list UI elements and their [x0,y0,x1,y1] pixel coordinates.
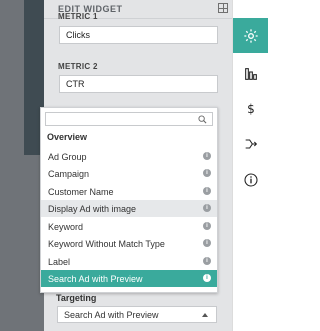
dropdown-item-search-ad-with-preview[interactable]: Search Ad with Preview i [41,270,217,287]
metric1-label: METRIC 1 [58,12,98,21]
dropdown-search-input[interactable] [46,117,189,130]
dropdown-item-label: Keyword [48,222,84,232]
dropdown-item-keyword-without-match-type[interactable]: Keyword Without Match Type i [41,235,217,252]
rail-chart-button[interactable] [233,56,268,91]
rail-flow-button[interactable] [233,126,268,161]
layout-toggle-icon[interactable] [218,3,228,13]
rail-settings-button[interactable] [233,18,268,53]
metric2-label: METRIC 2 [58,62,98,71]
info-icon[interactable]: i [203,204,211,212]
targeting-label: Targeting [56,293,97,303]
dropdown-item-display-ad-with-image[interactable]: Display Ad with image i [41,200,217,217]
rail-budget-button[interactable]: $ [233,91,268,126]
info-icon[interactable]: i [203,152,211,160]
svg-text:$: $ [247,102,255,116]
dropdown-item-label: Customer Name [48,187,114,197]
dropdown-item-label: Ad Group [48,152,87,162]
rail-info-button[interactable] [233,162,268,197]
metric1-field[interactable]: Clicks [59,26,218,44]
dropdown-item-label[interactable]: Label i [41,253,217,270]
info-icon[interactable]: i [203,169,211,177]
flow-icon [245,138,257,149]
dropdown-item-ad-group[interactable]: Ad Group i [41,148,217,165]
dropdown-item-label: Campaign [48,169,90,179]
dropdown-item-campaign[interactable]: Campaign i [41,165,217,182]
targeting-select-value: Search Ad with Preview [64,310,159,320]
dropdown-item-label: Keyword Without Match Type [48,239,165,249]
dropdown-item-label: Display Ad with image [48,204,137,214]
caret-up-icon [202,313,208,317]
dollar-icon: $ [247,102,255,116]
dropdown-search [45,112,213,130]
info-icon[interactable]: i [203,187,211,195]
targeting-select[interactable]: Search Ad with Preview [57,306,217,323]
info-icon[interactable]: i [203,239,211,247]
right-rail: $ [232,0,268,331]
background-left [0,0,24,331]
metric2-field[interactable]: CTR [59,75,218,93]
info-icon [243,172,258,187]
dropdown-item-keyword[interactable]: Keyword i [41,218,217,235]
metric-dropdown: Overview Ad Group i Campaign i Customer … [40,107,218,293]
info-icon[interactable]: i [203,222,211,230]
search-icon [198,115,207,124]
dropdown-item-customer-name[interactable]: Customer Name i [41,183,217,200]
dropdown-item-label-text: Label [48,257,71,267]
dropdown-group-overview: Overview [47,132,88,142]
dropdown-item-label: Search Ad with Preview [48,274,143,284]
info-icon[interactable]: i [203,274,211,282]
bar-chart-icon [244,67,257,80]
settings-gear-icon [243,28,258,43]
info-icon[interactable]: i [203,257,211,265]
